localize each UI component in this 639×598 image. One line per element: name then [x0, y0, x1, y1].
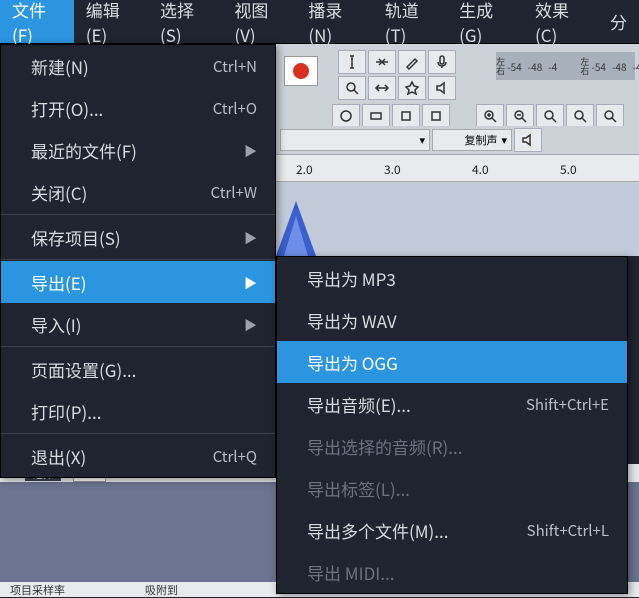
timeline[interactable]: 2.0 3.0 4.0 5.0 — [276, 154, 639, 182]
file-menu-item-7[interactable]: 导出(E) ▶ — [1, 261, 275, 303]
file-menu-item-5[interactable]: 保存项目(S) ▶ — [1, 216, 275, 258]
zoom-in-icon[interactable] — [476, 104, 504, 128]
export-menu-item-7: 导出 MIDI... — [277, 551, 627, 593]
timeshift-tool-icon[interactable] — [368, 76, 396, 100]
menu-item-label: 导出为 WAV — [307, 308, 397, 333]
export-menu-item-6[interactable]: 导出多个文件(M)... Shift+Ctrl+L — [277, 509, 627, 551]
file-menu-item-10[interactable]: 页面设置(G)... — [1, 348, 275, 390]
timeline-tick: 4.0 — [472, 161, 489, 178]
file-menu-item-11[interactable]: 打印(P)... — [1, 390, 275, 432]
meter-channel-label-2: 左右 — [580, 57, 588, 75]
submenu-arrow-icon: ▶ — [244, 273, 257, 292]
menu-item-label: 导入(I) — [31, 312, 81, 337]
submenu-arrow-icon: ▶ — [244, 315, 257, 334]
export-menu-item-2[interactable]: 导出为 OGG — [277, 341, 627, 383]
export-menu-item-1[interactable]: 导出为 WAV — [277, 299, 627, 341]
menu-item-label: 导出音频(E)... — [307, 392, 411, 417]
menu-accelerator: Ctrl+W — [211, 182, 257, 203]
zoom-out-icon[interactable] — [506, 104, 534, 128]
menu-item-label: 打印(P)... — [31, 399, 101, 424]
menubar-item-1[interactable]: 编辑(E) — [74, 0, 148, 43]
silence-icon[interactable] — [362, 104, 390, 128]
envelope-tool-icon[interactable] — [368, 50, 396, 74]
menubar-item-0[interactable]: 文件(F) — [0, 0, 74, 43]
zoom-tool-icon[interactable] — [338, 76, 366, 100]
menubar-item-6[interactable]: 生成(G) — [447, 0, 523, 43]
menubar-item-2[interactable]: 选择(S) — [148, 0, 222, 43]
timeline-tick: 3.0 — [384, 161, 401, 178]
menu-item-label: 导出标签(L)... — [307, 476, 410, 501]
timeline-tick: 2.0 — [296, 161, 313, 178]
menu-separator — [1, 214, 275, 215]
menu-accelerator: Ctrl+Q — [213, 446, 257, 467]
file-menu-item-2[interactable]: 最近的文件(F) ▶ — [1, 129, 275, 171]
host-dropdown[interactable] — [280, 129, 430, 151]
file-menu-item-3[interactable]: 关闭(C) Ctrl+W — [1, 171, 275, 213]
mic-icon[interactable] — [428, 50, 456, 74]
file-menu-item-0[interactable]: 新建(N) Ctrl+N — [1, 45, 275, 87]
menu-item-label: 最近的文件(F) — [31, 138, 137, 163]
export-menu-item-3[interactable]: 导出音频(E)... Shift+Ctrl+E — [277, 383, 627, 425]
menu-item-label: 页面设置(G)... — [31, 357, 136, 382]
menu-separator — [1, 433, 275, 434]
speaker-out-icon[interactable] — [514, 128, 542, 152]
undo-icon[interactable] — [392, 104, 420, 128]
meter-channel-label-1: 左右 — [496, 57, 504, 75]
draw-tool-icon[interactable] — [398, 50, 426, 74]
export-menu-item-4: 导出选择的音频(R)... — [277, 425, 627, 467]
waveform-track[interactable] — [276, 182, 639, 256]
fit-project-icon[interactable] — [566, 104, 594, 128]
menubar-item-8[interactable]: 分 — [598, 0, 639, 43]
menu-item-label: 导出为 OGG — [307, 350, 398, 375]
multi-tool-icon[interactable] — [398, 76, 426, 100]
menu-item-label: 导出多个文件(M)... — [307, 518, 448, 543]
menu-item-label: 新建(N) — [31, 54, 89, 79]
file-menu: 新建(N) Ctrl+N 打开(O)... Ctrl+O 最近的文件(F) ▶ 关闭(C) C… — [0, 44, 276, 478]
record-button[interactable] — [284, 56, 318, 86]
menubar-item-4[interactable]: 播录(N) — [296, 0, 372, 43]
timeline-tick: 5.0 — [560, 161, 577, 178]
submenu-arrow-icon: ▶ — [244, 228, 257, 247]
speaker-icon[interactable] — [428, 76, 456, 100]
timeline-ticks: 2.0 3.0 4.0 5.0 — [276, 155, 639, 181]
menubar-item-5[interactable]: 轨道(T) — [373, 0, 447, 43]
menu-item-label: 保存项目(S) — [31, 225, 121, 250]
menu-separator — [1, 346, 275, 347]
record-icon — [293, 63, 309, 79]
menu-accelerator: Shift+Ctrl+E — [526, 394, 609, 415]
menu-item-label: 退出(X) — [31, 444, 86, 469]
menu-item-label: 关闭(C) — [31, 180, 87, 205]
device-toolbar: 复制声 — [276, 126, 639, 154]
waveform-shape — [276, 186, 316, 256]
menubar-item-7[interactable]: 效果(C) — [523, 0, 598, 43]
fit-selection-icon[interactable] — [536, 104, 564, 128]
submenu-arrow-icon: ▶ — [244, 141, 257, 160]
menu-item-label: 导出(E) — [31, 270, 87, 295]
menubar-item-3[interactable]: 视图(V) — [222, 0, 296, 43]
menu-item-label: 导出为 MP3 — [307, 266, 396, 291]
export-submenu: 导出为 MP3 导出为 WAV 导出为 OGG 导出音频(E)... Shift+Ctr… — [276, 256, 628, 594]
menu-accelerator: Shift+Ctrl+L — [527, 520, 609, 541]
menu-item-label: 打开(O)... — [31, 96, 103, 121]
export-menu-item-5: 导出标签(L)... — [277, 467, 627, 509]
device-dropdown[interactable]: 复制声 — [432, 129, 512, 151]
export-menu-item-0[interactable]: 导出为 MP3 — [277, 257, 627, 299]
level-meter: 左右 -54 -48 -4 左右 -54 -48 -4 — [496, 52, 635, 80]
file-menu-item-8[interactable]: 导入(I) ▶ — [1, 303, 275, 345]
menu-accelerator: Ctrl+O — [213, 98, 257, 119]
trim-icon[interactable] — [332, 104, 360, 128]
menu-item-label: 导出 MIDI... — [307, 560, 394, 585]
file-menu-item-1[interactable]: 打开(O)... Ctrl+O — [1, 87, 275, 129]
selection-tool-icon[interactable] — [338, 50, 366, 74]
menubar: 文件(F)编辑(E)选择(S)视图(V)播录(N)轨道(T)生成(G)效果(C)… — [0, 0, 639, 44]
zoom-toggle-icon[interactable] — [596, 104, 624, 128]
menu-accelerator: Ctrl+N — [213, 56, 257, 77]
menu-item-label: 导出选择的音频(R)... — [307, 434, 462, 459]
menu-separator — [1, 259, 275, 260]
redo-icon[interactable] — [422, 104, 450, 128]
file-menu-item-13[interactable]: 退出(X) Ctrl+Q — [1, 435, 275, 477]
